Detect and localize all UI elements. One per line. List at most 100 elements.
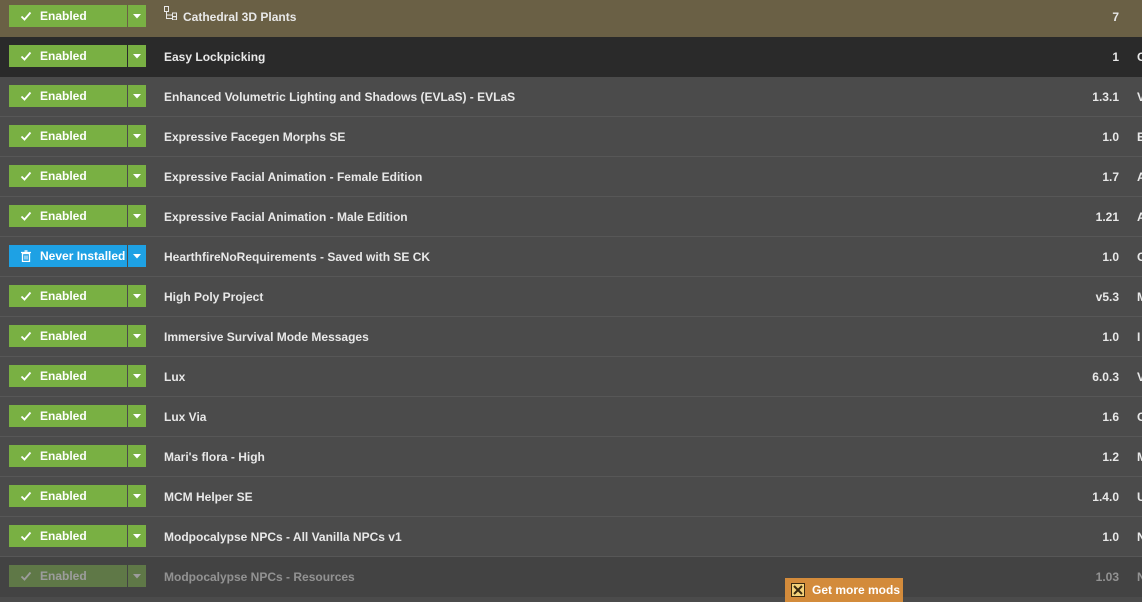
mod-name-label: Expressive Facegen Morphs SE <box>164 130 346 144</box>
status-label: Enabled <box>40 409 87 423</box>
mod-column-truncated: M <box>1137 437 1142 477</box>
mod-name: Immersive Survival Mode Messages <box>164 317 369 357</box>
mod-column-truncated: C <box>1137 250 1142 264</box>
mod-row[interactable]: Enabled Modpocalypse NPCs - All Vanilla … <box>0 517 1142 557</box>
status-dropdown: Never Installed <box>9 245 146 267</box>
chevron-down-icon[interactable] <box>128 5 146 27</box>
chevron-down-icon[interactable] <box>128 565 146 587</box>
status-dropdown: Enabled <box>9 85 146 107</box>
mod-version: 1.6 <box>1102 410 1119 424</box>
mod-row[interactable]: Enabled Immersive Survival Mode Messages… <box>0 317 1142 357</box>
mod-name: Mari's flora - High <box>164 437 265 477</box>
status-label: Enabled <box>40 49 87 63</box>
mod-row[interactable]: Enabled High Poly Project v5.3 M <box>0 277 1142 317</box>
status-dropdown: Enabled <box>9 205 146 227</box>
status-button[interactable]: Enabled <box>9 45 127 67</box>
mod-row[interactable]: Enabled Modpocalypse NPCs - Resources 1.… <box>0 557 1142 597</box>
mod-row[interactable]: Enabled Enhanced Volumetric Lighting and… <box>0 77 1142 117</box>
get-more-mods-button[interactable]: Get more mods <box>785 578 903 602</box>
check-icon <box>20 570 32 582</box>
status-dropdown: Enabled <box>9 525 146 547</box>
chevron-down-icon[interactable] <box>128 85 146 107</box>
mod-name: Modpocalypse NPCs - All Vanilla NPCs v1 <box>164 517 402 557</box>
chevron-down-icon[interactable] <box>128 405 146 427</box>
status-dropdown: Enabled <box>9 45 146 67</box>
chevron-down-icon[interactable] <box>128 285 146 307</box>
chevron-down-icon[interactable] <box>128 325 146 347</box>
status-button[interactable]: Enabled <box>9 5 127 27</box>
check-icon <box>20 130 32 142</box>
status-button[interactable]: Enabled <box>9 165 127 187</box>
status-button[interactable]: Enabled <box>9 485 127 507</box>
mod-version: 1.7 <box>1102 170 1119 184</box>
mod-name-label: Enhanced Volumetric Lighting and Shadows… <box>164 90 516 104</box>
mod-column-truncated: U <box>1137 490 1142 504</box>
trash-icon <box>20 250 32 263</box>
check-icon <box>20 530 32 542</box>
mod-version: 1.0 <box>1102 250 1119 264</box>
nexus-logo-icon <box>791 583 805 597</box>
mod-row[interactable]: Enabled Expressive Facial Animation - Fe… <box>0 157 1142 197</box>
chevron-down-icon[interactable] <box>128 205 146 227</box>
status-button[interactable]: Enabled <box>9 205 127 227</box>
mod-row[interactable]: Enabled MCM Helper SE 1.4.0 U <box>0 477 1142 517</box>
mod-name: Expressive Facial Animation - Female Edi… <box>164 157 422 197</box>
check-icon <box>20 10 32 22</box>
mod-name-label: Cathedral 3D Plants <box>183 10 297 24</box>
mod-row[interactable]: Enabled Expressive Facial Animation - Ma… <box>0 197 1142 237</box>
status-button[interactable]: Enabled <box>9 405 127 427</box>
mod-row[interactable]: Enabled Lux Via 1.6 C <box>0 397 1142 437</box>
mod-name-label: Mari's flora - High <box>164 450 265 464</box>
mod-row[interactable]: Enabled Easy Lockpicking 1 C <box>0 37 1142 77</box>
status-button[interactable]: Enabled <box>9 85 127 107</box>
mod-row[interactable]: Enabled Mari's flora - High 1.2 M <box>0 437 1142 477</box>
check-icon <box>20 410 32 422</box>
status-dropdown: Enabled <box>9 405 146 427</box>
status-dropdown: Enabled <box>9 125 146 147</box>
status-label: Never Installed <box>40 249 126 263</box>
mod-name: Enhanced Volumetric Lighting and Shadows… <box>164 77 515 117</box>
mod-version: 7 <box>1112 10 1119 24</box>
mod-name: Expressive Facegen Morphs SE <box>164 117 345 157</box>
mod-name: Easy Lockpicking <box>164 37 265 77</box>
mod-name: Lux Via <box>164 397 206 437</box>
mod-version: 1.3.1 <box>1092 90 1119 104</box>
status-button[interactable]: Enabled <box>9 365 127 387</box>
mod-version: 1.03 <box>1095 570 1119 584</box>
mod-row[interactable]: Enabled Lux 6.0.3 V <box>0 357 1142 397</box>
mod-name-label: Immersive Survival Mode Messages <box>164 330 369 344</box>
status-button[interactable]: Enabled <box>9 325 127 347</box>
mod-version: 1.2 <box>1102 450 1119 464</box>
status-label: Enabled <box>40 489 87 503</box>
check-icon <box>20 170 32 182</box>
mod-row[interactable]: Enabled Cathedral 3D Plants 7 <box>0 0 1142 37</box>
check-icon <box>20 370 32 382</box>
status-label: Enabled <box>40 329 87 343</box>
mod-row[interactable]: Never Installed HearthfireNoRequirements… <box>0 237 1142 277</box>
status-dropdown: Enabled <box>9 565 146 587</box>
mod-name-label: HearthfireNoRequirements - Saved with SE… <box>164 250 431 264</box>
mod-name: Cathedral 3D Plants <box>164 0 296 37</box>
mod-name-label: Lux Via <box>164 410 207 424</box>
status-button[interactable]: Never Installed <box>9 245 127 267</box>
status-button[interactable]: Enabled <box>9 285 127 307</box>
chevron-down-icon[interactable] <box>128 525 146 547</box>
chevron-down-icon[interactable] <box>128 125 146 147</box>
mod-name: MCM Helper SE <box>164 477 253 517</box>
mod-name-label: Easy Lockpicking <box>164 50 266 64</box>
chevron-down-icon[interactable] <box>128 365 146 387</box>
status-button[interactable]: Enabled <box>9 445 127 467</box>
file-tree-icon <box>164 0 177 36</box>
chevron-down-icon[interactable] <box>128 445 146 467</box>
status-button[interactable]: Enabled <box>9 125 127 147</box>
mod-row[interactable]: Enabled Expressive Facegen Morphs SE 1.0… <box>0 117 1142 157</box>
chevron-down-icon[interactable] <box>128 165 146 187</box>
chevron-down-icon[interactable] <box>128 45 146 67</box>
status-label: Enabled <box>40 129 87 143</box>
chevron-down-icon[interactable] <box>128 245 146 267</box>
chevron-down-icon[interactable] <box>128 485 146 507</box>
status-button[interactable]: Enabled <box>9 525 127 547</box>
status-dropdown: Enabled <box>9 5 146 27</box>
status-button[interactable]: Enabled <box>9 565 127 587</box>
mod-name-label: Expressive Facial Animation - Female Edi… <box>164 170 423 184</box>
